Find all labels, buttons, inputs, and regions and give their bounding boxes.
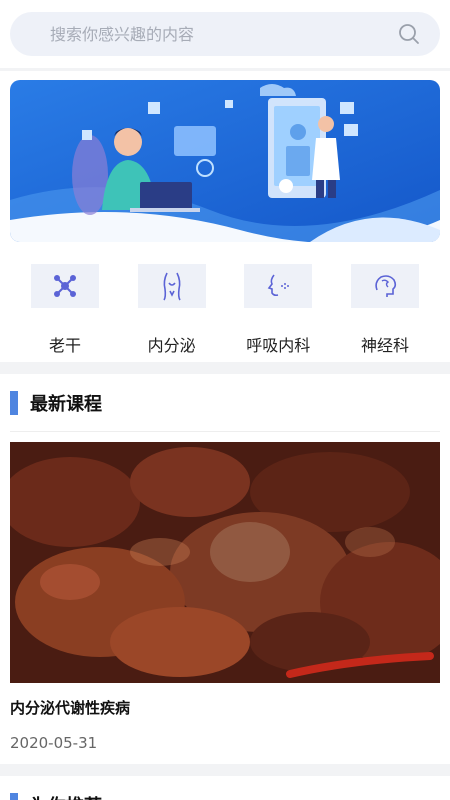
search-input[interactable] <box>50 24 350 44</box>
molecule-icon <box>31 264 99 308</box>
body-icon <box>137 264 206 308</box>
section-title: 为你推荐 <box>30 792 102 800</box>
category-endocrine[interactable]: 内分泌 <box>137 264 207 356</box>
category-label: 内分泌 <box>147 336 196 355</box>
course-card[interactable]: 内分泌代谢性疾病 2020-05-31 <box>10 442 440 764</box>
recommend-section: 为你推荐 <box>0 776 450 800</box>
section-title: 最新课程 <box>30 393 102 415</box>
latest-courses-section: 最新课程 内分泌代谢性疾病 2020-05-31 <box>0 374 450 764</box>
section-accent-bar <box>10 390 18 415</box>
course-thumbnail[interactable] <box>10 442 440 683</box>
course-date: 2020-05-31 <box>10 734 98 752</box>
top-panel: 老干 内分泌 <box>0 0 450 362</box>
category-laogan[interactable]: 老干 <box>30 264 100 356</box>
category-respiratory[interactable]: 呼吸内科 <box>243 264 313 356</box>
category-label: 神经科 <box>360 336 409 355</box>
banner-illustration[interactable] <box>10 80 440 242</box>
search-bar[interactable] <box>10 12 440 56</box>
face-breath-icon <box>244 264 313 308</box>
search-icon[interactable] <box>398 23 420 45</box>
section-header: 最新课程 <box>10 374 440 432</box>
divider <box>0 68 450 71</box>
category-neurology[interactable]: 神经科 <box>350 264 420 356</box>
category-label: 呼吸内科 <box>246 336 311 355</box>
section-accent-bar <box>10 793 18 800</box>
brain-icon <box>350 264 419 308</box>
section-header: 为你推荐 <box>10 776 440 800</box>
course-title: 内分泌代谢性疾病 <box>10 699 131 717</box>
category-label: 老干 <box>48 336 81 355</box>
category-grid: 老干 内分泌 呼吸内科 神经科 <box>10 264 440 356</box>
